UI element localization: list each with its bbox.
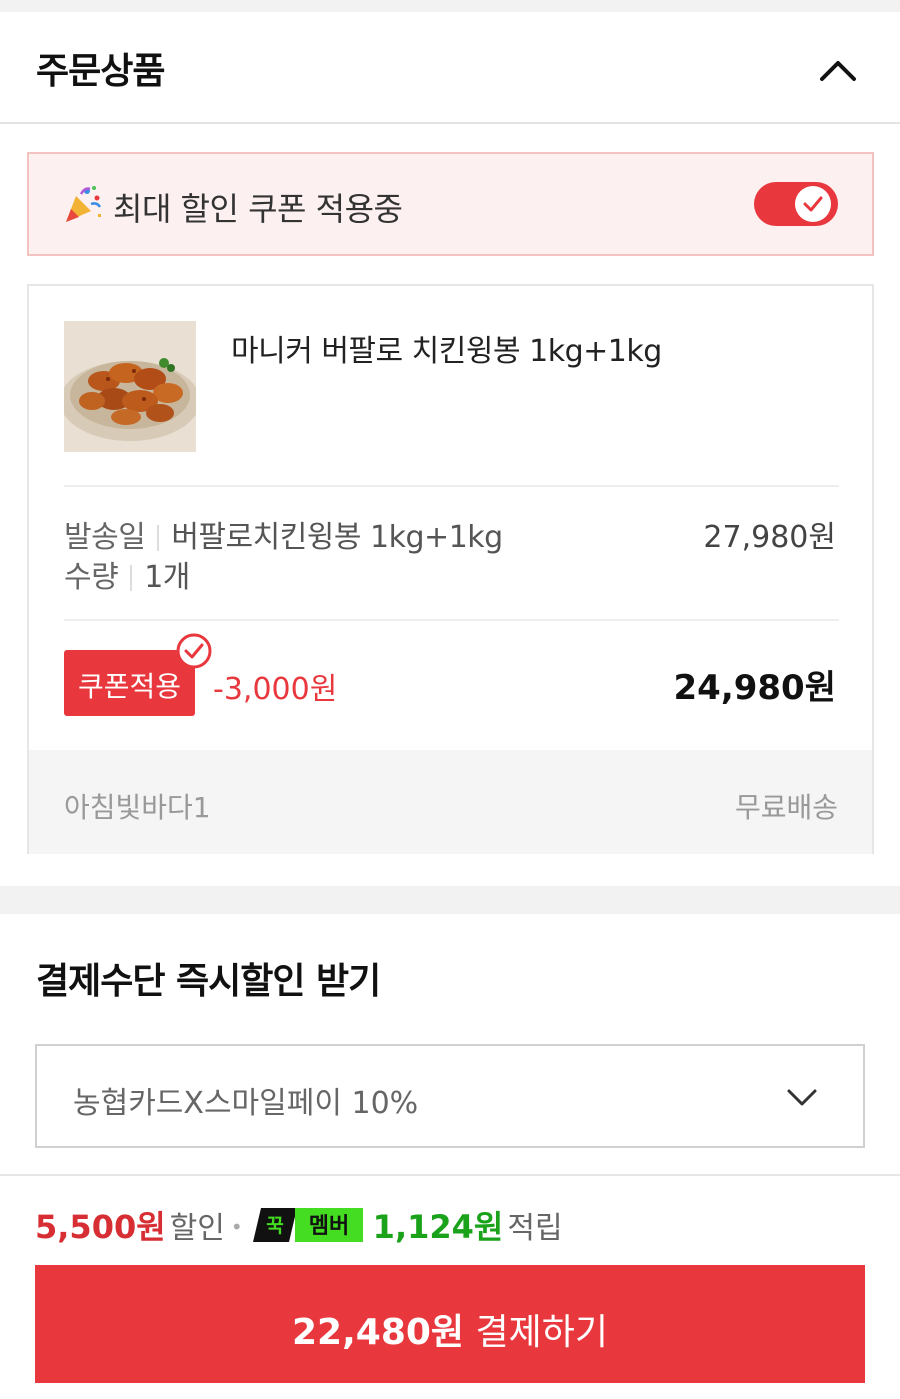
member-badge-label: 멤버 bbox=[308, 1214, 348, 1239]
chevron-down-icon bbox=[787, 1089, 817, 1106]
option-label: 발송일 bbox=[64, 520, 146, 555]
pay-amount: 22,480원 bbox=[292, 1312, 465, 1353]
order-items-section: 주문상품 최대 할인 쿠폰 적용중 마니커 버팔로 치킨윙봉 1kg+1kg 발… bbox=[0, 12, 900, 886]
pay-label: 결제하기 bbox=[475, 1312, 608, 1353]
check-icon bbox=[803, 196, 823, 212]
separator bbox=[157, 525, 160, 551]
benefit-summary: 5,500원 할인 • 꾹 멤버 1,124원 적립 bbox=[35, 1202, 563, 1246]
order-items-header: 주문상품 bbox=[0, 12, 900, 124]
top-spacer bbox=[0, 0, 900, 12]
payment-method-select[interactable]: 농협카드X스마일페이 10% bbox=[35, 1044, 865, 1148]
points-suffix: 적립 bbox=[507, 1211, 563, 1246]
shipping-fee: 무료배송 bbox=[734, 791, 838, 824]
coupon-toggle[interactable] bbox=[754, 182, 838, 226]
checkout-bar: 5,500원 할인 • 꾹 멤버 1,124원 적립 22,480원 결제하기 bbox=[0, 1174, 900, 1399]
divider bbox=[64, 485, 839, 487]
product-name[interactable]: 마니커 버팔로 치킨윙봉 1kg+1kg bbox=[231, 326, 662, 370]
chicken-wings-image bbox=[64, 321, 196, 452]
max-coupon-banner: 최대 할인 쿠폰 적용중 bbox=[27, 152, 874, 256]
payment-method-value: 농협카드X스마일페이 10% bbox=[73, 1086, 419, 1121]
pay-button-label: 22,480원 결제하기 bbox=[35, 1303, 865, 1355]
pay-button[interactable]: 22,480원 결제하기 bbox=[35, 1265, 865, 1383]
quantity-value: 1개 bbox=[144, 560, 190, 595]
seller-name[interactable]: 아침빛바다1 bbox=[64, 786, 211, 826]
check-circle-icon bbox=[176, 633, 212, 669]
final-price: 24,980원 bbox=[673, 668, 836, 708]
coupon-apply-label: 쿠폰적용 bbox=[77, 670, 182, 703]
coupon-banner-text: 최대 할인 쿠폰 적용중 bbox=[113, 190, 403, 228]
order-page: 주문상품 최대 할인 쿠폰 적용중 마니커 버팔로 치킨윙봉 1kg+1kg 발… bbox=[0, 0, 900, 1399]
discount-suffix: 할인 bbox=[169, 1211, 225, 1246]
toggle-knob bbox=[795, 186, 831, 222]
total-discount: 5,500원 bbox=[35, 1208, 166, 1246]
points-amount: 1,124원 bbox=[372, 1208, 504, 1246]
section-title: 주문상품 bbox=[36, 51, 165, 92]
quantity-label: 수량 bbox=[64, 560, 119, 595]
section-title: 결제수단 즉시할인 받기 bbox=[36, 961, 381, 1002]
svg-text:꾹: 꾹 bbox=[266, 1215, 283, 1237]
member-badge-icon: 꾹 멤버 bbox=[252, 1208, 363, 1242]
seller-bar: 아침빛바다1 무료배송 bbox=[29, 750, 872, 854]
coupon-discount-amount: -3,000원 bbox=[213, 672, 338, 707]
separator bbox=[130, 565, 133, 591]
dot-separator: • bbox=[230, 1215, 243, 1239]
chevron-up-icon bbox=[820, 61, 856, 81]
option-row: 발송일 버팔로치킨윙봉 1kg+1kg bbox=[64, 512, 503, 556]
divider bbox=[64, 619, 839, 621]
collapse-button[interactable] bbox=[812, 48, 864, 92]
party-popper-icon bbox=[66, 186, 102, 222]
product-thumbnail[interactable] bbox=[64, 321, 196, 452]
product-card: 마니커 버팔로 치킨윙봉 1kg+1kg 발송일 버팔로치킨윙봉 1kg+1kg … bbox=[27, 284, 874, 854]
quantity-row: 수량 1개 bbox=[64, 552, 190, 596]
option-value: 버팔로치킨윙봉 1kg+1kg bbox=[171, 520, 503, 555]
payment-discount-section: 결제수단 즉시할인 받기 농협카드X스마일페이 10% bbox=[0, 914, 900, 1174]
option-price: 27,980원 bbox=[703, 520, 836, 555]
